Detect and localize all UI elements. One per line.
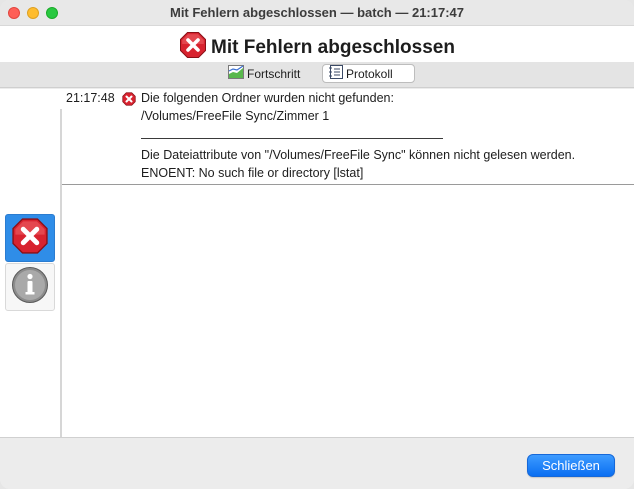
app-window: Mit Fehlern abgeschlossen — batch — 21:1… (0, 0, 634, 489)
error-icon (11, 217, 49, 260)
tab-log[interactable]: Protokoll (322, 64, 415, 83)
title-bar: Mit Fehlern abgeschlossen — batch — 21:1… (0, 0, 634, 26)
log-message-separator (141, 127, 443, 139)
tab-bar: Fortschritt Protokoll (0, 62, 634, 88)
filter-sidebar (0, 89, 58, 437)
log-message-line: ENOENT: No such file or directory [lstat… (141, 166, 364, 180)
footer-bar: Schließen (0, 437, 634, 489)
window-title: Mit Fehlern abgeschlossen — batch — 21:1… (169, 5, 465, 20)
tab-progress-label: Fortschritt (247, 66, 301, 81)
close-button[interactable]: Schließen (527, 454, 615, 477)
tab-progress[interactable]: Fortschritt (222, 64, 318, 83)
log-message-line: Die Dateiattribute von "/Volumes/FreeFil… (141, 148, 576, 162)
page-title: Mit Fehlern abgeschlossen (211, 36, 455, 58)
error-icon (179, 31, 207, 64)
tab-log-label: Protokoll (346, 66, 393, 81)
log-panel: 21:17:48 Die folgenden Ordner wurden nic… (0, 89, 634, 437)
filter-info-toggle[interactable] (5, 263, 55, 311)
info-icon (11, 266, 49, 309)
log-list-icon (329, 65, 343, 82)
error-icon (122, 92, 136, 111)
log-timestamp: 21:17:48 (66, 91, 115, 105)
log-message-line: /Volumes/FreeFile Sync/Zimmer 1 (141, 109, 330, 123)
log-message-line: Die folgenden Ordner wurden nicht gefund… (141, 91, 394, 105)
progress-chart-icon (228, 65, 244, 82)
result-header: Mit Fehlern abgeschlossen (0, 26, 634, 62)
log-entry: 21:17:48 Die folgenden Ordner wurden nic… (62, 89, 634, 185)
filter-errors-toggle[interactable] (5, 214, 55, 262)
